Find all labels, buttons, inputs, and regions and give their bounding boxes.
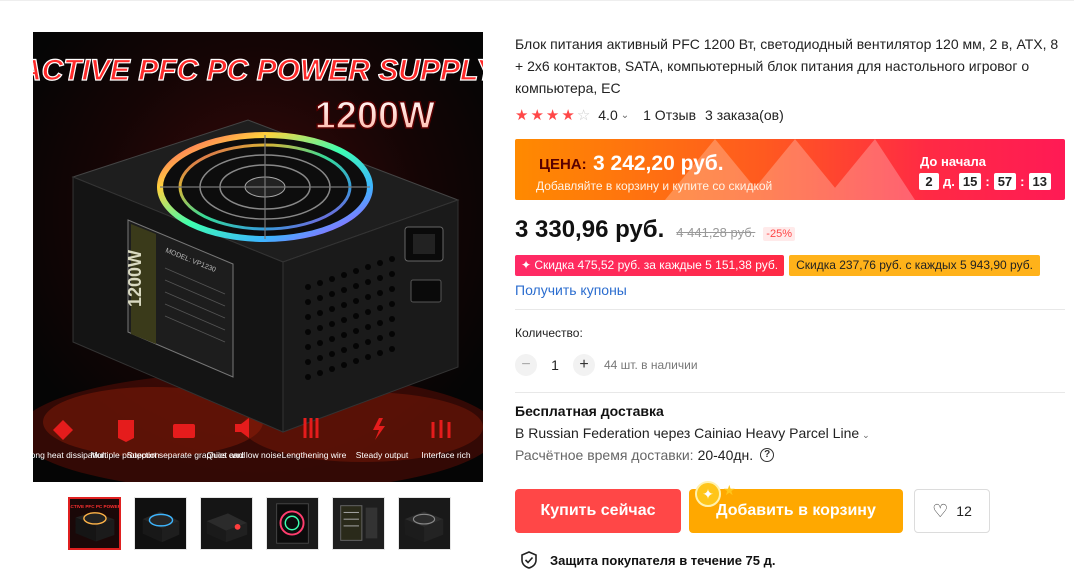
stock-available: 44 шт. в наличии [604,358,698,372]
quantity-label: Количество: [515,326,583,340]
psu-illustration: ACTIVE PFC PC POWER SUPPLY 1200W 1200W M… [33,32,483,482]
countdown-timer: 2 д. 15 : 57 : 13 [919,173,1051,190]
countdown-sep: : [1020,174,1025,189]
star-icon: ★ [545,106,560,124]
add-to-cart-button[interactable]: ✦ ★ Добавить в корзину [689,481,903,533]
rating-value[interactable]: 4.0 [598,107,617,123]
delivery-estimate: Расчётное время доставки: 20-40 дн. ? [515,447,1067,463]
orders-count: 3 заказа(ов) [705,107,784,123]
eta-label: Расчётное время доставки: [515,447,694,463]
shipping-destination[interactable]: В Russian Federation через Cainiao Heavy… [515,425,859,441]
countdown-seconds: 13 [1028,173,1051,190]
chevron-down-icon[interactable]: ⌄ [621,110,629,121]
countdown-days-unit: д. [943,174,955,189]
coupon-badge-store[interactable]: ✦ Скидка 475,52 руб. за каждые 5 151,38 … [515,255,785,276]
shield-check-icon [521,551,537,569]
thumbnail-1[interactable]: ACTIVE PFC PC POWER [68,497,121,550]
sparkle-small-icon: ★ [723,482,736,498]
countdown-hours: 15 [958,173,982,190]
eta-unit: дн. [733,447,754,463]
quantity-decrease-button[interactable]: − [515,354,537,376]
feature-label-6: Interface rich [421,450,470,460]
coupon-row: ✦ Скидка 475,52 руб. за каждые 5 151,38 … [515,255,1067,276]
thumbnail-5[interactable] [332,497,385,550]
price-row: 3 330,96 руб. 4 441,28 руб. -25% [515,216,1067,246]
star-icon: ★ [561,106,575,124]
add-to-cart-label: Добавить в корзину [716,502,876,519]
countdown-minutes: 57 [993,173,1017,190]
graphics-card-feature-icon [173,424,195,438]
top-border [0,0,1074,4]
thumbnail-4[interactable] [266,497,319,550]
product-info-panel: Блок питания активный PFC 1200 Вт, свето… [515,32,1067,463]
feature-label-4: Lengthening wire [282,450,347,460]
svg-text:ACTIVE PFC PC POWER: ACTIVE PFC PC POWER [70,504,119,509]
shield-feature-icon [118,420,134,442]
thumbnail-6[interactable] [398,497,451,550]
star-icon: ★ [515,106,529,124]
discount-badge: -25% [763,227,795,241]
feature-label-5: Steady output [356,450,409,460]
question-icon[interactable]: ? [760,448,775,462]
thumbnail-3[interactable] [200,497,253,550]
promo-subtitle: Добавляйте в корзину и купите со скидкой [536,179,773,193]
shipping-method[interactable]: В Russian Federation через Cainiao Heavy… [515,425,1067,441]
wishlist-button[interactable]: ♡ 12 [914,489,990,533]
promo-banner: ЦЕНА: 3 242,20 руб. Добавляйте в корзину… [515,139,1065,200]
buyer-protection[interactable]: Защита покупателя в течение 75 д. [520,551,775,569]
banner-title: ACTIVE PFC PC POWER SUPPLY [33,54,483,87]
divider [515,309,1065,310]
product-title: Блок питания активный PFC 1200 Вт, свето… [515,36,1059,96]
action-buttons: Купить сейчас ✦ ★ Добавить в корзину ♡ 1… [515,481,990,533]
buy-now-button[interactable]: Купить сейчас [515,489,681,533]
reviews-link[interactable]: 1 Отзыв [643,107,696,123]
rating-stars[interactable]: ★ ★ ★ ★ ☆ [515,108,590,123]
rating-row: ★ ★ ★ ★ ☆ 4.0 ⌄ 1 Отзыв 3 заказа(ов) [515,105,1067,125]
chevron-down-icon[interactable]: ⌄ [862,430,870,440]
star-icon: ★ [530,106,544,124]
protection-text: Защита покупателя в течение 75 д. [550,552,776,568]
heart-icon: ♡ [932,500,949,521]
star-empty-icon: ☆ [576,106,591,124]
product-main-image[interactable]: ACTIVE PFC PC POWER SUPPLY 1200W 1200W M… [33,32,483,482]
banner-wattage: 1200W [315,95,436,137]
quantity-stepper: − 1 + 44 шт. в наличии [515,354,1067,376]
shipping-title: Бесплатная доставка [515,403,664,419]
countdown-days: 2 [919,173,939,190]
divider [515,392,1065,393]
countdown-sep: : [985,174,990,189]
feature-label-3: Quiet and low noise [207,450,282,460]
promo-label: ЦЕНА: [539,156,587,173]
eta-value: 20-40 [697,447,734,463]
sparkle-icon: ✦ [695,481,721,507]
quantity-input[interactable]: 1 [537,357,573,373]
coupon-badge-select[interactable]: Скидка 237,76 руб. с каждых 5 943,90 руб… [789,255,1040,276]
quantity-increase-button[interactable]: + [573,354,595,376]
thumbnail-2[interactable] [134,497,187,550]
current-price: 3 330,96 руб. [515,216,665,243]
wishlist-count: 12 [956,503,972,519]
thumbnail-strip: ACTIVE PFC PC POWER [68,497,451,550]
countdown-label: До начала [920,154,986,169]
get-coupons-link[interactable]: Получить купоны [515,282,1067,298]
promo-price: 3 242,20 руб. [593,152,724,175]
side-wattage: 1200W [125,250,145,307]
old-price: 4 441,28 руб. [676,225,756,240]
